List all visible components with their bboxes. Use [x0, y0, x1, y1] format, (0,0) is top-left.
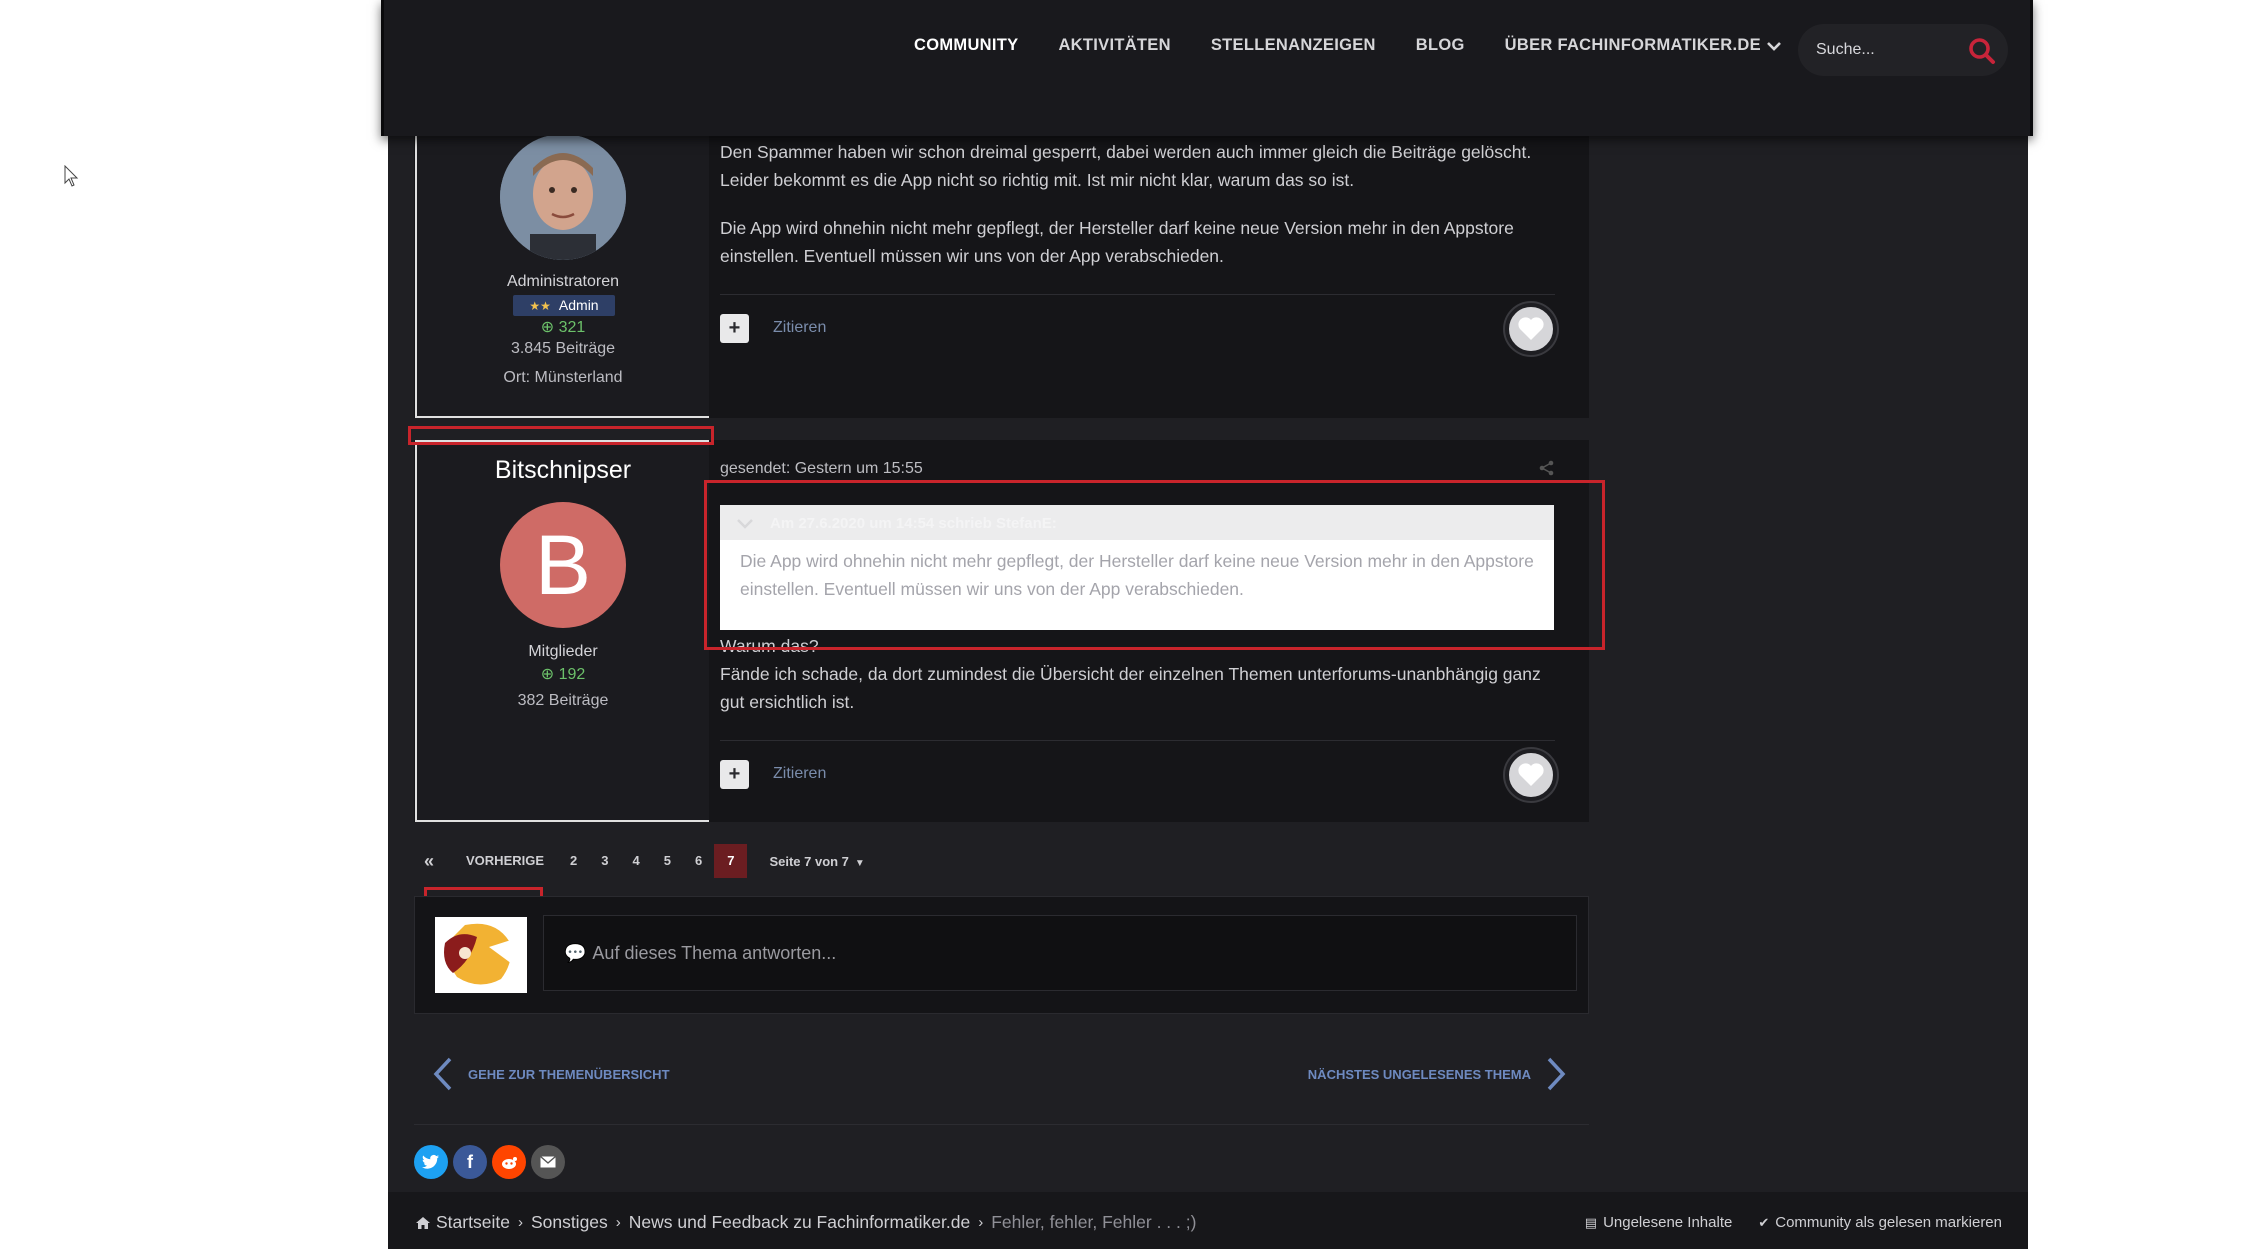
share-bar: f	[414, 1145, 570, 1179]
plus-circle-icon: ⊕	[540, 666, 559, 683]
current-page[interactable]: 7	[714, 844, 748, 878]
next-unread-label: NÄCHSTES UNGELESENES THEMA	[1307, 1066, 1531, 1082]
check-icon: ✔	[1758, 1214, 1770, 1230]
post-divider	[720, 294, 1555, 295]
nav-stellenanzeigen[interactable]: STELLENANZEIGEN	[1211, 36, 1376, 55]
author-group: Administratoren	[506, 273, 620, 290]
next-unread-topic-link[interactable]: NÄCHSTES UNGELESENES THEMA	[1308, 1056, 1567, 1092]
email-icon[interactable]	[531, 1145, 565, 1179]
chevron-right-icon	[1547, 1057, 1566, 1091]
mark-read-label: Community als gelesen markieren	[1775, 1214, 2002, 1231]
first-page-button[interactable]: «	[414, 844, 448, 878]
reply-input[interactable]: 💬 Auf dieses Thema antworten...	[543, 915, 1577, 991]
unread-content-link[interactable]: ▤ Ungelesene Inhalte	[1585, 1214, 1733, 1231]
home-icon	[416, 1216, 430, 1229]
search-icon[interactable]	[1968, 37, 1996, 65]
breadcrumb: Startseite › Sonstiges › News und Feedba…	[415, 1212, 1196, 1233]
page-info-label: Seite 7 von 7	[769, 853, 849, 869]
chevron-left-icon	[433, 1057, 452, 1091]
post-content: Den Spammer haben wir schon dreimal gesp…	[720, 138, 1555, 270]
star-icon: ★★	[529, 299, 551, 313]
search-input[interactable]	[1816, 39, 1956, 61]
post-paragraph: Den Spammer haben wir schon dreimal gesp…	[720, 142, 1532, 190]
newspaper-icon: ▤	[1584, 1214, 1598, 1230]
mark-read-link[interactable]: ✔ Community als gelesen markieren	[1758, 1214, 2002, 1231]
pagination: « VORHERIGE 2 3 4 5 6 7 Seite 7 von 7 ▼	[414, 844, 865, 878]
breadcrumb-separator-icon: ›	[615, 1214, 621, 1231]
user-avatar[interactable]	[435, 917, 527, 993]
multiquote-button[interactable]: +	[720, 314, 749, 343]
caret-down-icon: ▼	[854, 857, 865, 869]
reputation: ⊕ 192	[417, 664, 709, 684]
author-location: Ort: Münsterland	[503, 369, 623, 386]
quote-link[interactable]: Zitieren	[773, 319, 826, 337]
facebook-icon[interactable]: f	[453, 1145, 487, 1179]
avatar-photo-icon	[500, 134, 626, 260]
breadcrumb-item[interactable]: News und Feedback zu Fachinformatiker.de	[629, 1212, 970, 1233]
unread-content-label: Ungelesene Inhalte	[1603, 1214, 1733, 1231]
nav-community[interactable]: COMMUNITY	[914, 36, 1018, 55]
post-count: 3.845 Beiträge	[510, 340, 616, 357]
reputation-value: 192	[558, 666, 586, 683]
comment-icon: 💬	[564, 943, 587, 963]
reddit-icon[interactable]	[492, 1145, 526, 1179]
multiquote-button[interactable]: +	[720, 760, 749, 789]
post-count: 382 Beiträge	[517, 692, 609, 709]
section-divider	[414, 1124, 1589, 1125]
footer-links: ▤ Ungelesene Inhalte ✔ Community als geles…	[1559, 1214, 2002, 1231]
nav-blog[interactable]: BLOG	[1416, 36, 1465, 55]
page-link[interactable]: 3	[589, 844, 620, 878]
reply-placeholder: Auf dieses Thema antworten...	[592, 943, 837, 963]
reply-area: 💬 Auf dieses Thema antworten...	[414, 896, 1589, 1014]
author-avatar[interactable]	[500, 134, 626, 260]
breadcrumb-item[interactable]: Sonstiges	[531, 1212, 608, 1233]
author-column: Administratoren ★★ Admin ⊕ 321 3.845 Beit…	[415, 118, 709, 418]
nav-aktivitaeten[interactable]: AKTIVITÄTEN	[1058, 36, 1170, 55]
main-nav: COMMUNITY AKTIVITÄTEN STELLENANZEIGEN BL…	[914, 36, 1821, 55]
post-meta: gesendet: Gestern um 15:55	[720, 460, 923, 477]
page-link[interactable]: 2	[558, 844, 589, 878]
heart-icon	[1518, 317, 1544, 340]
admin-badge: ★★ Admin	[513, 295, 615, 316]
plus-circle-icon: ⊕	[540, 319, 559, 336]
author-name[interactable]: Bitschnipser	[417, 456, 709, 485]
admin-badge-label: Admin	[558, 297, 599, 313]
search-box	[1798, 24, 2008, 76]
quote-link[interactable]: Zitieren	[773, 765, 826, 783]
reputation-value: 321	[558, 319, 586, 336]
highlight-box	[408, 426, 714, 445]
twitter-icon[interactable]	[414, 1145, 448, 1179]
topic-overview-link[interactable]: GEHE ZUR THEMENÜBERSICHT	[432, 1056, 670, 1092]
post-paragraph: Die App wird ohnehin nicht mehr gepflegt…	[720, 218, 1514, 266]
avatar-image-icon	[435, 917, 527, 993]
heart-icon	[1518, 763, 1544, 786]
nav-ueber[interactable]: ÜBER FACHINFORMATIKER.DE	[1505, 36, 1781, 55]
footer-bar: Startseite › Sonstiges › News und Feedba…	[388, 1192, 2028, 1249]
breadcrumb-separator-icon: ›	[978, 1214, 984, 1231]
react-button[interactable]	[1505, 749, 1557, 801]
page-link[interactable]: 5	[652, 844, 683, 878]
page-jump-dropdown[interactable]: Seite 7 von 7 ▼	[769, 854, 864, 869]
topic-overview-label: GEHE ZUR THEMENÜBERSICHT	[468, 1066, 670, 1082]
breadcrumb-home[interactable]: Startseite	[436, 1212, 510, 1233]
breadcrumb-separator-icon: ›	[517, 1214, 523, 1231]
author-avatar[interactable]: B	[500, 502, 626, 628]
mouse-cursor-icon	[64, 165, 79, 187]
nav-ueber-label: ÜBER FACHINFORMATIKER.DE	[1504, 36, 1761, 54]
page-link[interactable]: 6	[683, 844, 714, 878]
breadcrumb-current: Fehler, fehler, Fehler . . . ;)	[991, 1212, 1197, 1232]
page-link[interactable]: 4	[621, 844, 652, 878]
author-column: Bitschnipser B Mitglieder ⊕ 192 382 Beit…	[415, 440, 709, 822]
share-icon[interactable]	[1539, 460, 1555, 476]
previous-page-button[interactable]: VORHERIGE	[448, 844, 558, 878]
top-navbar: COMMUNITY AKTIVITÄTEN STELLENANZEIGEN BL…	[381, 0, 2033, 136]
post-divider	[720, 740, 1555, 741]
react-button[interactable]	[1505, 303, 1557, 355]
post-stefan: Administratoren ★★ Admin ⊕ 321 3.845 Beit…	[414, 118, 1589, 418]
post-paragraph: Fände ich schade, da dort zumindest die …	[720, 664, 1541, 712]
reputation: ⊕ 321	[417, 317, 709, 337]
author-group: Mitglieder	[528, 643, 598, 660]
chevron-down-icon	[1766, 41, 1781, 51]
highlight-box	[704, 480, 1605, 650]
